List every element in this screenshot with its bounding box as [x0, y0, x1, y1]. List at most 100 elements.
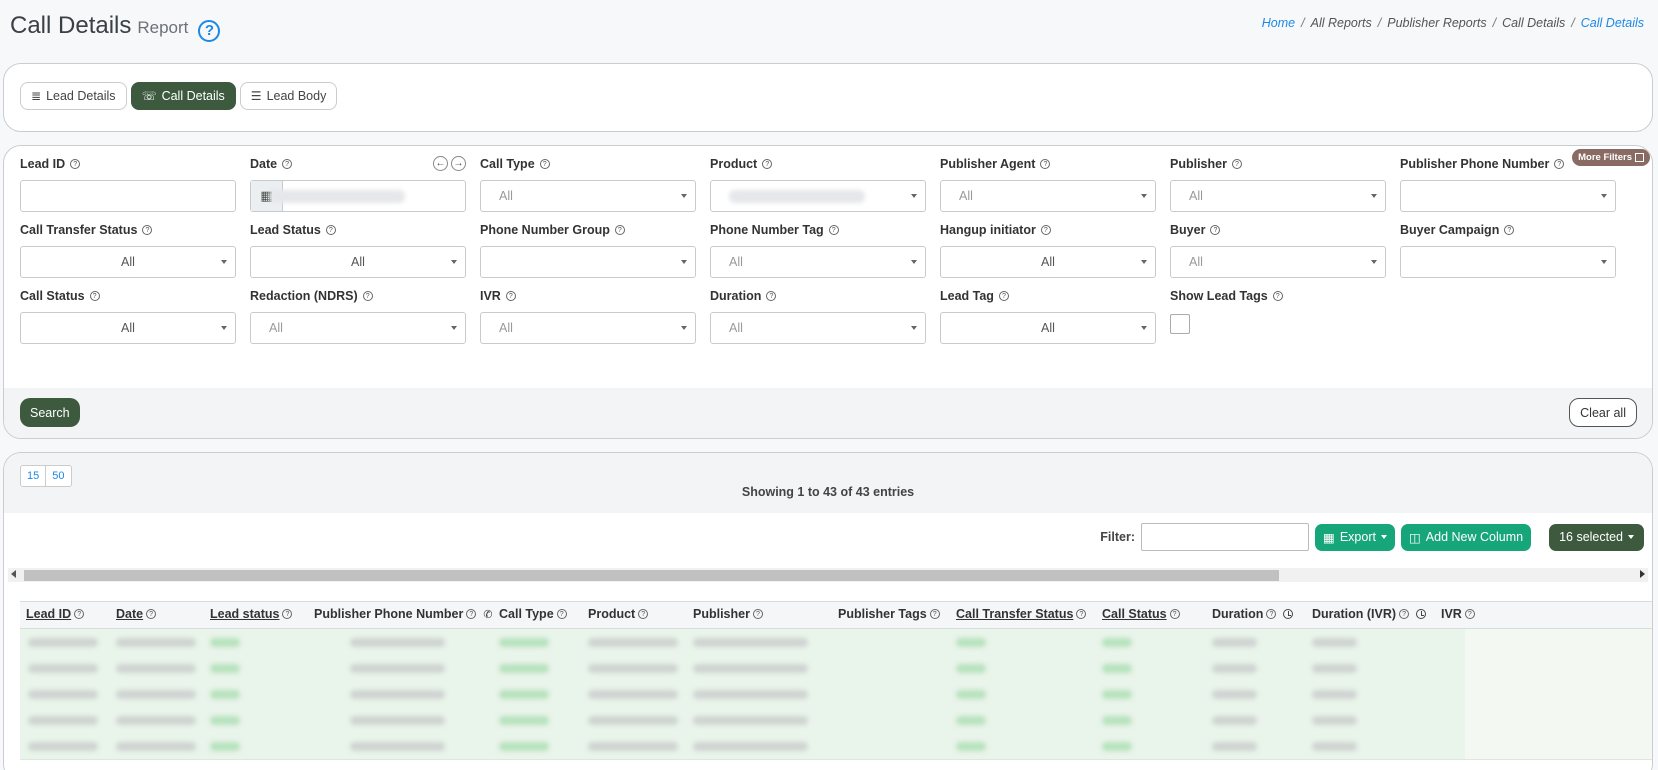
- column-header-duration[interactable]: Duration?: [1212, 607, 1294, 621]
- help-icon[interactable]: ?: [1399, 609, 1410, 619]
- help-icon[interactable]: ?: [505, 291, 516, 301]
- help-icon[interactable]: ?: [1210, 225, 1221, 235]
- filter-label-text: Duration: [710, 289, 762, 303]
- publisher-phone-number-select[interactable]: [1400, 180, 1616, 212]
- help-icon[interactable]: ?: [1169, 609, 1180, 619]
- tab-call-details[interactable]: ☏ Call Details: [130, 82, 236, 110]
- help-icon[interactable]: ?: [1040, 159, 1051, 169]
- buyer-campaign-select[interactable]: [1400, 246, 1616, 278]
- help-icon[interactable]: ?: [1076, 609, 1087, 619]
- table-row[interactable]: [20, 707, 1652, 734]
- help-icon[interactable]: ?: [198, 19, 221, 42]
- filter-label: Redaction (NDRS)?: [250, 288, 466, 304]
- arrow-left-icon[interactable]: ←: [433, 156, 448, 171]
- buyer-select[interactable]: All: [1170, 246, 1386, 278]
- help-icon[interactable]: ?: [556, 609, 567, 619]
- add-new-column-button[interactable]: ◫ Add New Column: [1400, 523, 1532, 551]
- lead-id-input[interactable]: [20, 180, 236, 212]
- help-icon[interactable]: ?: [1272, 291, 1283, 301]
- ivr-select[interactable]: All: [480, 312, 696, 344]
- call-status-select[interactable]: All: [20, 312, 236, 344]
- column-header-publisher-phone-number[interactable]: Publisher Phone Number? ✆: [314, 607, 493, 621]
- filter-label: Duration?: [710, 288, 926, 304]
- clear-all-button[interactable]: Clear all: [1569, 398, 1637, 427]
- publisher-agent-select[interactable]: All: [940, 180, 1156, 212]
- table-filter-input[interactable]: [1141, 523, 1310, 551]
- phone-number-tag-select[interactable]: All: [710, 246, 926, 278]
- calendar-icon[interactable]: ▦: [251, 181, 283, 211]
- help-icon[interactable]: ?: [1266, 609, 1277, 619]
- show-lead-tags-checkbox[interactable]: [1170, 314, 1190, 334]
- table-row[interactable]: [20, 733, 1652, 760]
- product-select[interactable]: [710, 180, 926, 212]
- table-row[interactable]: [20, 655, 1652, 682]
- column-header-duration-ivr[interactable]: Duration (IVR)?: [1312, 607, 1427, 621]
- scroll-left-icon[interactable]: [11, 570, 16, 578]
- help-icon[interactable]: ?: [74, 609, 85, 619]
- scrollbar-thumb[interactable]: [24, 570, 1279, 581]
- help-icon[interactable]: ?: [1231, 159, 1242, 169]
- breadcrumb-item[interactable]: Home: [1262, 16, 1295, 30]
- breadcrumb-item[interactable]: Call Details: [1581, 16, 1644, 30]
- help-icon[interactable]: ?: [362, 291, 373, 301]
- phone-number-group-select[interactable]: [480, 246, 696, 278]
- column-header-date[interactable]: Date?: [116, 607, 157, 621]
- column-header-call-transfer-status[interactable]: Call Transfer Status?: [956, 607, 1087, 621]
- help-icon[interactable]: ?: [1040, 225, 1051, 235]
- help-icon[interactable]: ?: [762, 159, 773, 169]
- call-type-select[interactable]: All: [480, 180, 696, 212]
- redacted-cell: [28, 638, 98, 647]
- help-icon[interactable]: ?: [282, 159, 293, 169]
- help-icon[interactable]: ?: [929, 609, 940, 619]
- column-header-call-type[interactable]: Call Type?: [499, 607, 567, 621]
- column-header-lead-status[interactable]: Lead status?: [210, 607, 293, 621]
- tab-lead-body[interactable]: ☰ Lead Body: [239, 82, 338, 110]
- tab-lead-details[interactable]: ≣ Lead Details: [20, 82, 127, 110]
- hangup-initiator-select[interactable]: All: [940, 246, 1156, 278]
- help-icon[interactable]: ?: [752, 609, 763, 619]
- help-icon[interactable]: ?: [89, 291, 100, 301]
- horizontal-scrollbar[interactable]: [8, 568, 1648, 582]
- help-icon[interactable]: ?: [766, 291, 777, 301]
- page-size-option[interactable]: 15: [21, 466, 45, 486]
- scroll-right-icon[interactable]: [1640, 570, 1645, 578]
- column-header-call-status[interactable]: Call Status?: [1102, 607, 1180, 621]
- date-range-input[interactable]: ▦: [250, 180, 466, 212]
- column-header-lead-id[interactable]: Lead ID?: [26, 607, 85, 621]
- column-header-label: Lead ID: [26, 607, 72, 621]
- table-row[interactable]: [20, 629, 1652, 656]
- lead-status-select[interactable]: All: [250, 246, 466, 278]
- help-icon[interactable]: ?: [1464, 609, 1475, 619]
- publisher-select[interactable]: All: [1170, 180, 1386, 212]
- report-tabs-card: ≣ Lead Details ☏ Call Details ☰ Lead Body: [3, 63, 1653, 132]
- table-row[interactable]: [20, 681, 1652, 708]
- page-size-option[interactable]: 50: [45, 466, 70, 486]
- column-visibility-dropdown[interactable]: 16 selected: [1549, 523, 1644, 551]
- column-header-publisher[interactable]: Publisher?: [693, 607, 763, 621]
- help-icon[interactable]: ?: [539, 159, 550, 169]
- help-icon[interactable]: ?: [70, 159, 81, 169]
- help-icon[interactable]: ?: [638, 609, 649, 619]
- column-header-publisher-tags[interactable]: Publisher Tags?: [838, 607, 940, 621]
- help-icon[interactable]: ?: [828, 225, 839, 235]
- help-icon[interactable]: ?: [998, 291, 1009, 301]
- duration-select[interactable]: All: [710, 312, 926, 344]
- export-button[interactable]: ▦ Export: [1315, 523, 1395, 551]
- help-icon[interactable]: ?: [282, 609, 293, 619]
- help-icon[interactable]: ?: [466, 609, 477, 619]
- help-icon[interactable]: ?: [1504, 225, 1515, 235]
- help-icon[interactable]: ?: [1554, 159, 1565, 169]
- help-icon[interactable]: ?: [614, 225, 625, 235]
- lead-tag-select[interactable]: All: [940, 312, 1156, 344]
- arrow-right-icon[interactable]: →: [451, 156, 466, 171]
- help-icon[interactable]: ?: [146, 609, 157, 619]
- breadcrumb-item: Publisher Reports: [1387, 16, 1487, 30]
- column-header-product[interactable]: Product?: [588, 607, 649, 621]
- filter-call-type: Call Type? All: [480, 156, 696, 212]
- help-icon[interactable]: ?: [325, 225, 336, 235]
- redaction-ndrs-select[interactable]: All: [250, 312, 466, 344]
- call-transfer-status-select[interactable]: All: [20, 246, 236, 278]
- help-icon[interactable]: ?: [142, 225, 153, 235]
- column-header-ivr[interactable]: IVR?: [1441, 607, 1475, 621]
- search-button[interactable]: Search: [20, 398, 80, 427]
